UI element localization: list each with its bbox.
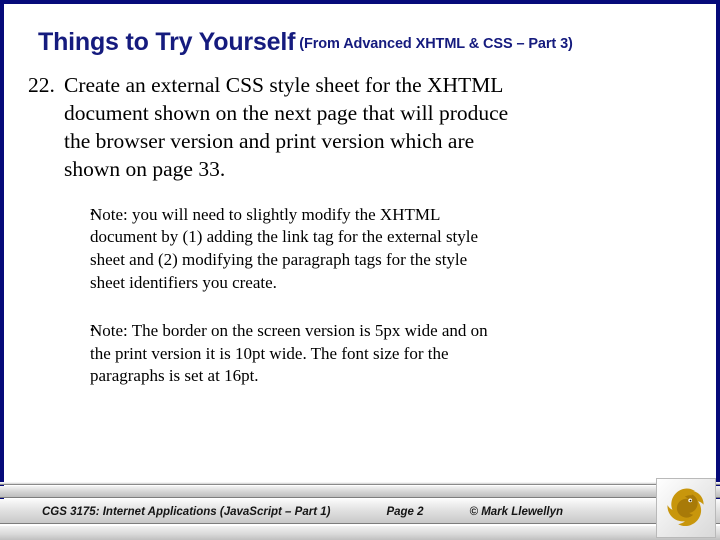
- list-item: • Note: you will need to slightly modify…: [20, 204, 700, 294]
- slide-frame-left: [0, 0, 4, 500]
- numbered-item-line: Create an external CSS style sheet for t…: [64, 73, 504, 97]
- slide-title-subtitle: (From Advanced XHTML & CSS – Part 3): [299, 36, 573, 52]
- slide-title-main: Things to Try Yourself: [38, 28, 296, 56]
- list-item-line: Note: you will need to slightly modify t…: [90, 204, 441, 224]
- slide-canvas: Things to Try Yourself (From Advanced XH…: [0, 0, 720, 540]
- bullet-icon: •: [90, 205, 95, 221]
- footer-course-label: CGS 3175: Internet Applications (JavaScr…: [42, 505, 331, 518]
- list-item: • Note: The border on the screen version…: [20, 320, 700, 388]
- footer-text-row: CGS 3175: Internet Applications (JavaScr…: [0, 499, 655, 524]
- list-item-line: sheet identifiers you create.: [90, 272, 277, 292]
- sub-bullet-list: • Note: you will need to slightly modify…: [20, 204, 700, 388]
- list-item-text: Note: you will need to slightly modify t…: [90, 204, 700, 294]
- list-item-line: the print version it is 10pt wide. The f…: [90, 343, 449, 363]
- list-item-line: paragraphs is set at 16pt.: [90, 366, 259, 386]
- numbered-item-marker: 22.: [28, 73, 55, 97]
- list-item-line: sheet and (2) modifying the paragraph ta…: [90, 249, 468, 269]
- footer-band-top: [0, 482, 720, 485]
- slide-frame-top: [0, 0, 720, 4]
- footer-page-number: Page 2: [386, 505, 424, 518]
- list-item-text: Note: The border on the screen version i…: [90, 320, 700, 388]
- slide-body: 22. Create an external CSS style sheet f…: [20, 72, 700, 414]
- pegasus-logo: [656, 478, 716, 538]
- list-item-line: Note: The border on the screen version i…: [90, 321, 488, 341]
- footer-copyright: © Mark Llewellyn: [469, 505, 564, 518]
- pegasus-logo-icon: [667, 488, 704, 527]
- slide-title: Things to Try Yourself (From Advanced XH…: [38, 28, 688, 57]
- footer-band-upper: [0, 486, 720, 498]
- bullet-icon: •: [90, 322, 95, 338]
- numbered-item-line: document shown on the next page that wil…: [64, 100, 509, 125]
- numbered-item-line: shown on page 33.: [64, 156, 226, 181]
- numbered-item-line: the browser version and print version wh…: [64, 128, 475, 153]
- footer-band-bottom: [0, 525, 720, 540]
- list-item-line: document by (1) adding the link tag for …: [90, 227, 479, 247]
- numbered-list-item: 22. Create an external CSS style sheet f…: [20, 72, 700, 184]
- slide-frame-right: [716, 0, 720, 500]
- slide-footer: CGS 3175: Internet Applications (JavaScr…: [0, 478, 720, 540]
- numbered-item-text: Create an external CSS style sheet for t…: [64, 72, 700, 184]
